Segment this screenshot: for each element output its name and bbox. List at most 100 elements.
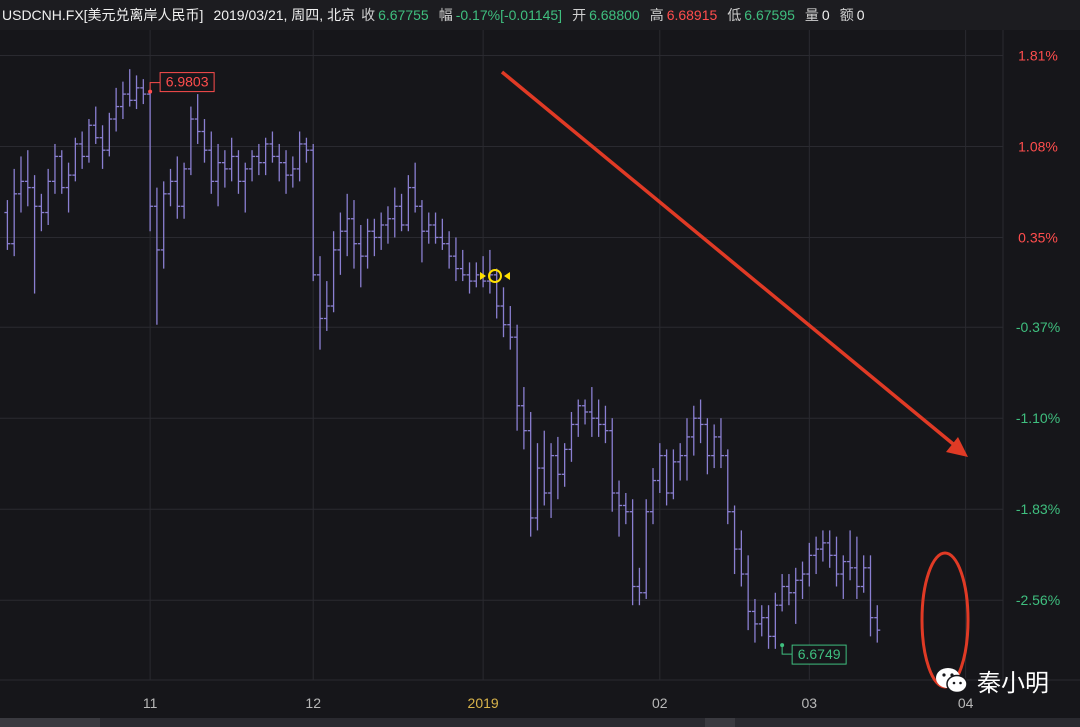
ohlc-bar xyxy=(452,237,459,282)
ohlc-bar xyxy=(174,156,181,219)
ohlc-bar xyxy=(758,605,765,637)
ohlc-bar xyxy=(717,418,724,469)
watermark: 秦小明 xyxy=(935,663,1049,698)
ohlc-bar xyxy=(459,249,466,282)
ohlc-bar xyxy=(507,306,514,350)
ohlc-bar xyxy=(704,418,711,475)
ohlc-bar xyxy=(38,193,45,232)
ohlc-bar xyxy=(350,200,357,269)
ohlc-bar xyxy=(677,443,684,481)
ohlc-bar xyxy=(378,212,385,250)
amount-value: 0 xyxy=(856,7,865,23)
ohlc-bar xyxy=(167,168,174,207)
y-tick-label: 1.08% xyxy=(1018,138,1058,154)
ohlc-bar xyxy=(418,200,425,263)
x-tick-label: 11 xyxy=(143,695,158,711)
ohlc-bar xyxy=(738,530,745,587)
ohlc-bar xyxy=(690,405,697,456)
ohlc-bar xyxy=(588,387,595,437)
close-value: 6.67755 xyxy=(378,7,429,23)
ohlc-bar xyxy=(147,91,154,232)
volume-value: 0 xyxy=(821,7,830,23)
x-tick-label: 02 xyxy=(652,695,668,711)
ohlc-bar xyxy=(330,231,337,313)
ohlc-bar xyxy=(31,175,38,294)
y-axis: 1.81% 1.08% 0.35% -0.37% -1.10% -1.83% -2.56% xyxy=(1016,47,1060,608)
ohlc-bar xyxy=(357,224,364,288)
ohlc-bar xyxy=(221,150,228,188)
ohlc-bar xyxy=(4,200,11,250)
ohlc-bar xyxy=(792,567,799,624)
ohlc-chart[interactable]: 1.81%1.08%0.35%-0.37%-1.10%-1.83%-2.56% … xyxy=(0,30,1080,718)
ohlc-bar xyxy=(568,411,575,462)
ohlc-bar xyxy=(317,256,324,350)
ohlc-bar xyxy=(847,530,854,581)
ohlc-bar xyxy=(296,131,303,182)
high-marker-leader xyxy=(149,82,161,92)
change-pct: -0.17% xyxy=(455,7,501,23)
ohlc-bar xyxy=(629,499,636,606)
ohlc-bar xyxy=(344,193,351,257)
ohlc-bar xyxy=(187,106,194,176)
timeline-scrollbar[interactable] xyxy=(0,718,1080,727)
y-tick-label: -1.10% xyxy=(1016,410,1060,426)
ohlc-bar xyxy=(439,218,446,250)
datetime-label: 2019/03/21, 周四, 北京 xyxy=(213,7,356,23)
ohlc-bar xyxy=(262,137,269,176)
ohlc-bar xyxy=(11,168,18,257)
y-tick-label: 1.81% xyxy=(1018,47,1058,63)
ohlc-bar xyxy=(582,399,589,425)
wechat-icon xyxy=(936,667,968,693)
ohlc-bar xyxy=(242,162,249,213)
scrollbar-thumb-left[interactable] xyxy=(0,718,100,727)
ohlc-bar xyxy=(228,137,235,182)
ohlc-bar xyxy=(113,87,120,132)
ohlc-bar xyxy=(765,605,772,649)
ohlc-bar xyxy=(867,555,874,637)
ohlc-bar xyxy=(92,106,99,144)
ohlc-bar xyxy=(663,449,670,506)
ohlc-bar xyxy=(140,79,147,105)
low-marker-leader xyxy=(781,645,793,655)
ohlc-bar xyxy=(51,143,58,194)
scrollbar-thumb-mid[interactable] xyxy=(705,718,735,727)
volume-label: 量 xyxy=(804,7,819,23)
ohlc-bar xyxy=(541,430,548,506)
open-value: 6.68800 xyxy=(589,7,640,23)
ohlc-bar xyxy=(405,175,412,232)
annotations xyxy=(480,70,970,689)
ohlc-bar xyxy=(384,206,391,244)
close-label: 收 xyxy=(361,7,376,23)
ohlc-bar xyxy=(133,75,140,110)
ohlc-bar xyxy=(446,231,453,269)
ohlc-bar xyxy=(181,162,188,219)
high-marker-label: 6.9803 xyxy=(166,74,209,90)
ohlc-bar xyxy=(79,131,86,169)
crosshair-right-arrow xyxy=(504,272,510,280)
ohlc-bar xyxy=(412,162,419,213)
ohlc-bar xyxy=(724,449,731,525)
ohlc-bar xyxy=(840,555,847,599)
trend-arrow-line xyxy=(500,70,960,450)
ohlc-bar xyxy=(806,542,813,587)
ohlc-bar xyxy=(215,143,222,207)
ohlc-bar xyxy=(45,168,52,225)
ohlc-bar xyxy=(126,69,133,107)
low-label: 低 xyxy=(727,7,742,23)
ohlc-bar xyxy=(391,187,398,238)
ohlc-bar xyxy=(255,143,262,176)
ohlc-bar xyxy=(65,162,72,213)
ohlc-bar xyxy=(480,256,487,288)
ohlc-bar xyxy=(249,150,256,182)
high-value: 6.68915 xyxy=(666,7,718,23)
quote-header: USDCNH.FX[美元兑离岸人民币] 2019/03/21, 周四, 北京 收… xyxy=(0,0,1080,30)
ohlc-bar xyxy=(194,94,201,144)
ohlc-bar xyxy=(609,418,616,512)
ohlc-bar xyxy=(276,143,283,182)
symbol-label: USDCNH.FX[美元兑离岸人民币] xyxy=(2,7,204,23)
ohlc-bar xyxy=(813,536,820,575)
ohlc-bar xyxy=(99,125,106,169)
amount-label: 额 xyxy=(839,7,854,23)
ohlc-bar xyxy=(826,530,833,568)
ohlc-bar xyxy=(616,480,623,537)
